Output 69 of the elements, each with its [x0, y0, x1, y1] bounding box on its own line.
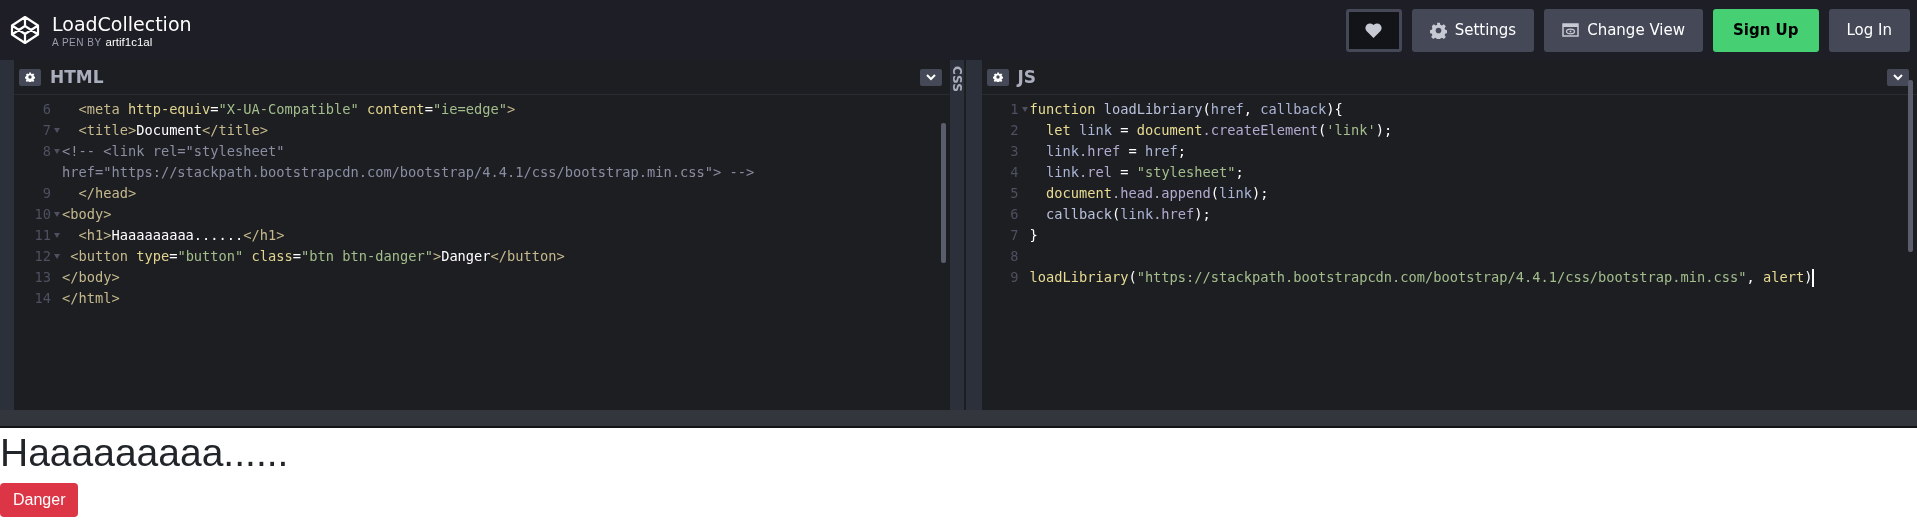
line-number: 5 — [1010, 184, 1019, 203]
line-number: 8 — [1010, 247, 1019, 266]
log-in-button[interactable]: Log In — [1828, 8, 1910, 52]
scrollbar[interactable] — [1908, 80, 1913, 252]
code-line: link.href = href; — [1044, 142, 1187, 161]
line-number: 3 — [1010, 142, 1019, 161]
code-line: </head> — [77, 184, 137, 203]
line-number: 1 — [1010, 100, 1019, 119]
fold-icon[interactable] — [54, 233, 60, 238]
line-number: 9 — [1010, 268, 1019, 287]
code-line: <title>Document</title> — [77, 121, 269, 140]
like-button[interactable] — [1345, 8, 1402, 52]
line-number: 9 — [42, 184, 51, 203]
line-number: 13 — [34, 268, 51, 287]
line-number: 14 — [34, 289, 51, 308]
code-line: document.head.append(link); — [1044, 184, 1269, 203]
code-line: let link = document.createElement('link'); — [1044, 121, 1393, 140]
collapsed-editor-tab[interactable]: CSS — [949, 60, 964, 410]
settings-button[interactable]: Settings — [1411, 8, 1535, 52]
code-line: </html> — [62, 289, 120, 308]
code-line: link.rel = "stylesheet"; — [1044, 163, 1244, 182]
fold-icon[interactable] — [54, 128, 60, 133]
resize-bar[interactable] — [0, 410, 1917, 428]
code-line: <h1>Haaaaaaaaa......</h1> — [77, 226, 285, 245]
settings-icon — [992, 72, 1003, 82]
line-number: 10 — [34, 205, 51, 224]
editor-menu-button[interactable] — [1887, 68, 1909, 86]
heart-icon — [1365, 22, 1383, 38]
chevron-down-icon — [1893, 73, 1903, 81]
change-view-button[interactable]: Change View — [1544, 8, 1703, 52]
code-line: loadLibriary("https://stackpath.bootstrapcdn.com/bootstrap/4.4.1/css/bootstrap.min.css", alert) — [1029, 268, 1815, 288]
code-line: function loadLibriary(href, callback){ — [1029, 100, 1343, 119]
line-number: 11 — [34, 226, 51, 245]
line-number: 6 — [42, 100, 51, 119]
settings-icon — [25, 72, 35, 82]
logo-icon[interactable] — [10, 15, 40, 45]
chevron-down-icon — [925, 73, 936, 81]
sign-up-button[interactable]: Sign Up — [1713, 8, 1819, 52]
code-line: <meta http-equiv="X-UA-Compatible" content="ie=edge"> — [77, 100, 516, 119]
line-number: 7 — [42, 121, 51, 140]
fold-icon[interactable] — [1021, 107, 1028, 112]
view-icon — [1562, 23, 1580, 37]
author-link[interactable]: artif1c1al — [105, 35, 153, 48]
line-number: 2 — [1010, 121, 1019, 140]
line-number: 6 — [1010, 205, 1019, 224]
scrollbar[interactable] — [940, 123, 946, 263]
editor-settings-button[interactable] — [986, 68, 1009, 86]
code-line: </body> — [62, 268, 120, 287]
fold-icon[interactable] — [54, 149, 60, 154]
danger-button[interactable]: Danger — [0, 483, 79, 517]
line-number: 4 — [1010, 163, 1019, 182]
editor-title: HTML — [50, 67, 104, 87]
pen-title: LoadCollection — [52, 12, 192, 35]
editor-menu-button[interactable] — [919, 68, 942, 86]
settings-icon — [1429, 21, 1447, 39]
fold-icon[interactable] — [54, 254, 60, 259]
byline-label: A PEN BY — [52, 36, 102, 48]
fold-icon[interactable] — [54, 212, 60, 217]
line-number: 8 — [42, 142, 51, 161]
editor-settings-button[interactable] — [19, 68, 41, 86]
line-number: 7 — [1010, 226, 1019, 245]
code-line: } — [1029, 226, 1038, 245]
code-line: callback(link.href); — [1044, 205, 1211, 224]
editor-title: JS — [1017, 67, 1037, 87]
code-line: <button type="button" class="btn btn-danger">Danger</button> — [69, 247, 565, 266]
code-line: <!-- <link rel="stylesheet" href="https://stackpath.bootstrapcdn.com/bootstrap/4.4.1/css/bootstrap.min.css"> --> — [62, 142, 755, 182]
code-line: <body> — [62, 205, 112, 224]
line-number: 12 — [34, 247, 51, 266]
preview-heading: Haaaaaaaaa...... — [0, 431, 289, 475]
